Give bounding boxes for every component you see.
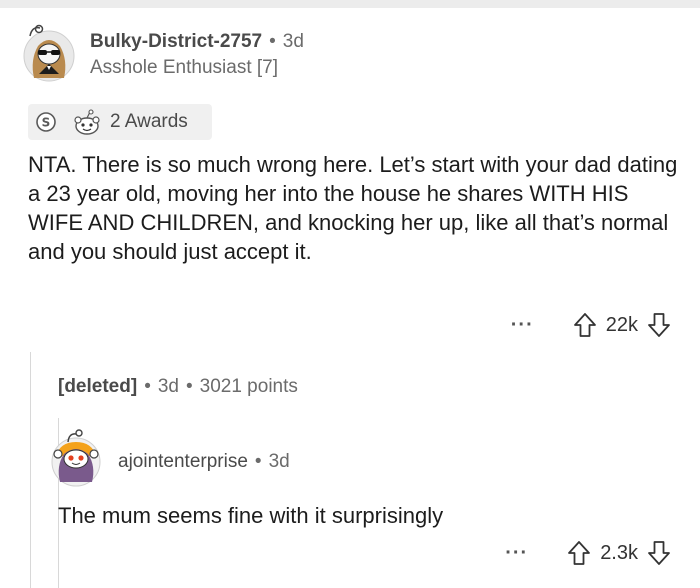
author-name[interactable]: Bulky-District-2757 [90, 31, 262, 52]
separator-dot: • [185, 376, 193, 397]
more-options-button[interactable]: ··· [505, 542, 528, 565]
upvote-icon[interactable] [566, 539, 592, 567]
upvote-icon[interactable] [572, 311, 598, 339]
separator-dot: • [269, 31, 276, 52]
comment-body: NTA. There is so much wrong here. Let’s … [28, 152, 678, 264]
separator-dot: • [144, 376, 151, 397]
downvote-icon[interactable] [646, 311, 672, 339]
wholesome-award-icon [74, 109, 100, 135]
comment-body: The mum seems fine with it surprisingly [58, 503, 444, 528]
avatar-icon [23, 24, 75, 82]
comment-actions: ··· 2.3k [505, 539, 672, 567]
vote-score: 22k [605, 313, 638, 336]
user-avatar[interactable] [20, 22, 78, 82]
separator-dot: • [254, 451, 262, 472]
more-options-button[interactable]: ··· [511, 314, 534, 337]
comment-age: 3d [282, 31, 304, 52]
comment-age: 3d [157, 376, 179, 397]
deleted-comment-header[interactable]: [deleted] • 3d • 3021 points [58, 376, 298, 398]
awards-count-label: 2 Awards [110, 111, 188, 132]
deleted-author: [deleted] [58, 376, 138, 397]
user-flair: Asshole Enthusiast [7] [90, 57, 278, 78]
thread-line[interactable] [30, 352, 31, 588]
vote-score: 2.3k [600, 541, 638, 564]
awards-badge[interactable]: S 2 Awards [28, 104, 212, 140]
comment-age: 3d [268, 451, 290, 472]
comment-author[interactable]: Bulky-District-2757 • 3d [90, 31, 304, 53]
top-divider [0, 0, 700, 8]
user-avatar[interactable] [48, 428, 104, 488]
downvote-icon[interactable] [646, 539, 672, 567]
author-name[interactable]: ajointenterprise [118, 451, 248, 472]
comment-author[interactable]: ajointenterprise • 3d [118, 451, 290, 473]
avatar-icon [51, 429, 101, 487]
comment-actions: ··· 22k [511, 311, 672, 339]
svg-text:S: S [42, 116, 51, 130]
silver-award-icon: S [36, 112, 56, 132]
points-count: 3021 points [199, 376, 298, 397]
